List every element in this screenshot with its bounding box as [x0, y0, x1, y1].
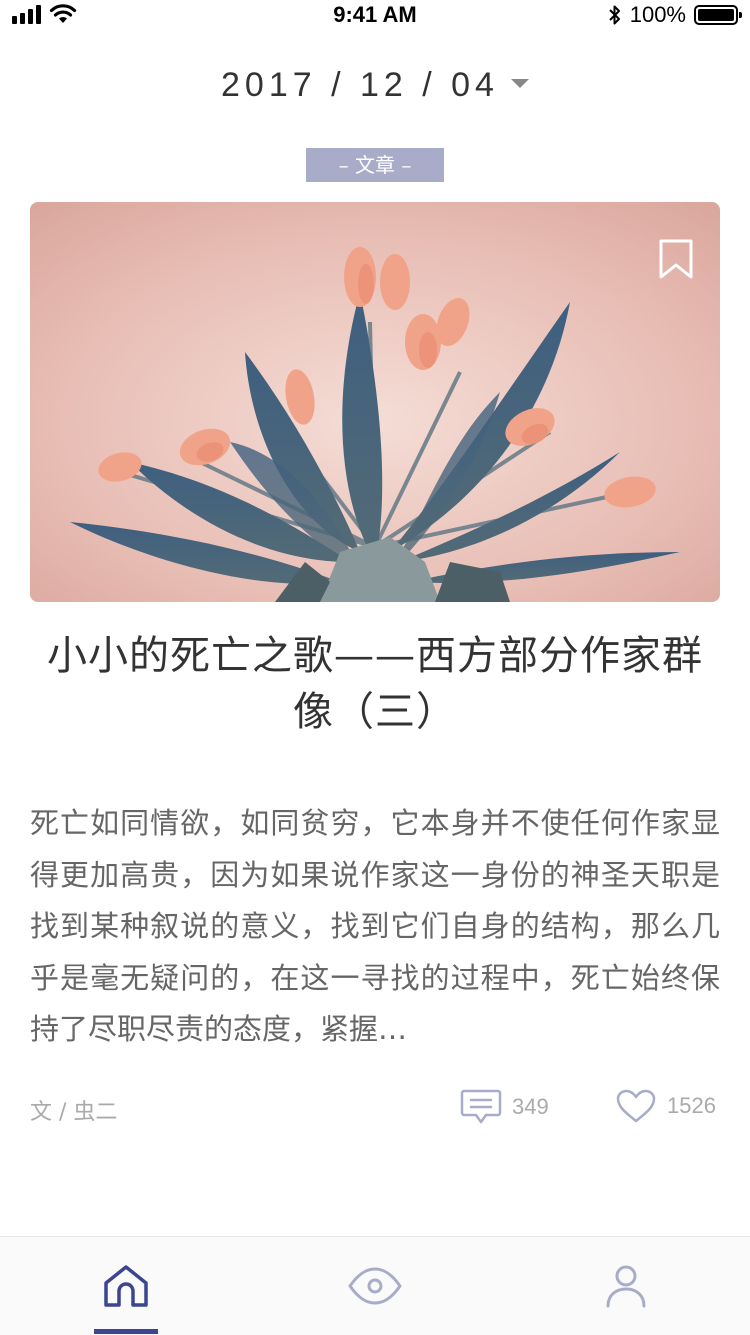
date-selector[interactable]: 2017 / 12 / 04 [0, 60, 750, 110]
battery-percentage: 100% [629, 2, 686, 27]
comment-button[interactable]: 349 [460, 1088, 549, 1126]
like-button[interactable]: 1526 [615, 1088, 716, 1124]
home-icon [104, 1265, 148, 1307]
like-count: 1526 [667, 1093, 716, 1118]
article-title[interactable]: 小小的死亡之歌——西方部分作家群像（三） [30, 628, 720, 740]
user-icon [606, 1265, 646, 1308]
tab-explore[interactable] [315, 1237, 435, 1335]
article-author: 文 / 虫二 [30, 1100, 118, 1125]
article-meta: 文 / 虫二 349 1526 [30, 1088, 720, 1128]
tab-profile[interactable] [566, 1237, 686, 1335]
category-tag: – 文章 – [306, 148, 444, 182]
bookmark-icon[interactable] [658, 238, 694, 280]
date-text: 2017 / 12 / 04 [221, 65, 499, 104]
bottom-tab-bar [0, 1236, 750, 1335]
status-bar: 9:41 AM 100% [0, 0, 750, 34]
tulip-flowers-image [30, 202, 720, 602]
active-tab-indicator [94, 1329, 158, 1334]
comment-icon [460, 1089, 502, 1124]
caret-down-icon [510, 78, 529, 88]
status-bar-right: 100% [608, 2, 742, 28]
article-cover-image[interactable] [30, 202, 720, 602]
eye-icon [348, 1267, 402, 1305]
article-excerpt[interactable]: 死亡如同情欲，如同贫穷，它本身并不使任何作家显得更加高贵，因为如果说作家这一身份… [30, 798, 720, 1056]
battery-icon [694, 5, 742, 25]
bluetooth-icon [609, 5, 620, 25]
comment-count: 349 [512, 1094, 549, 1119]
tab-home[interactable] [66, 1237, 186, 1335]
heart-icon [616, 1089, 656, 1123]
